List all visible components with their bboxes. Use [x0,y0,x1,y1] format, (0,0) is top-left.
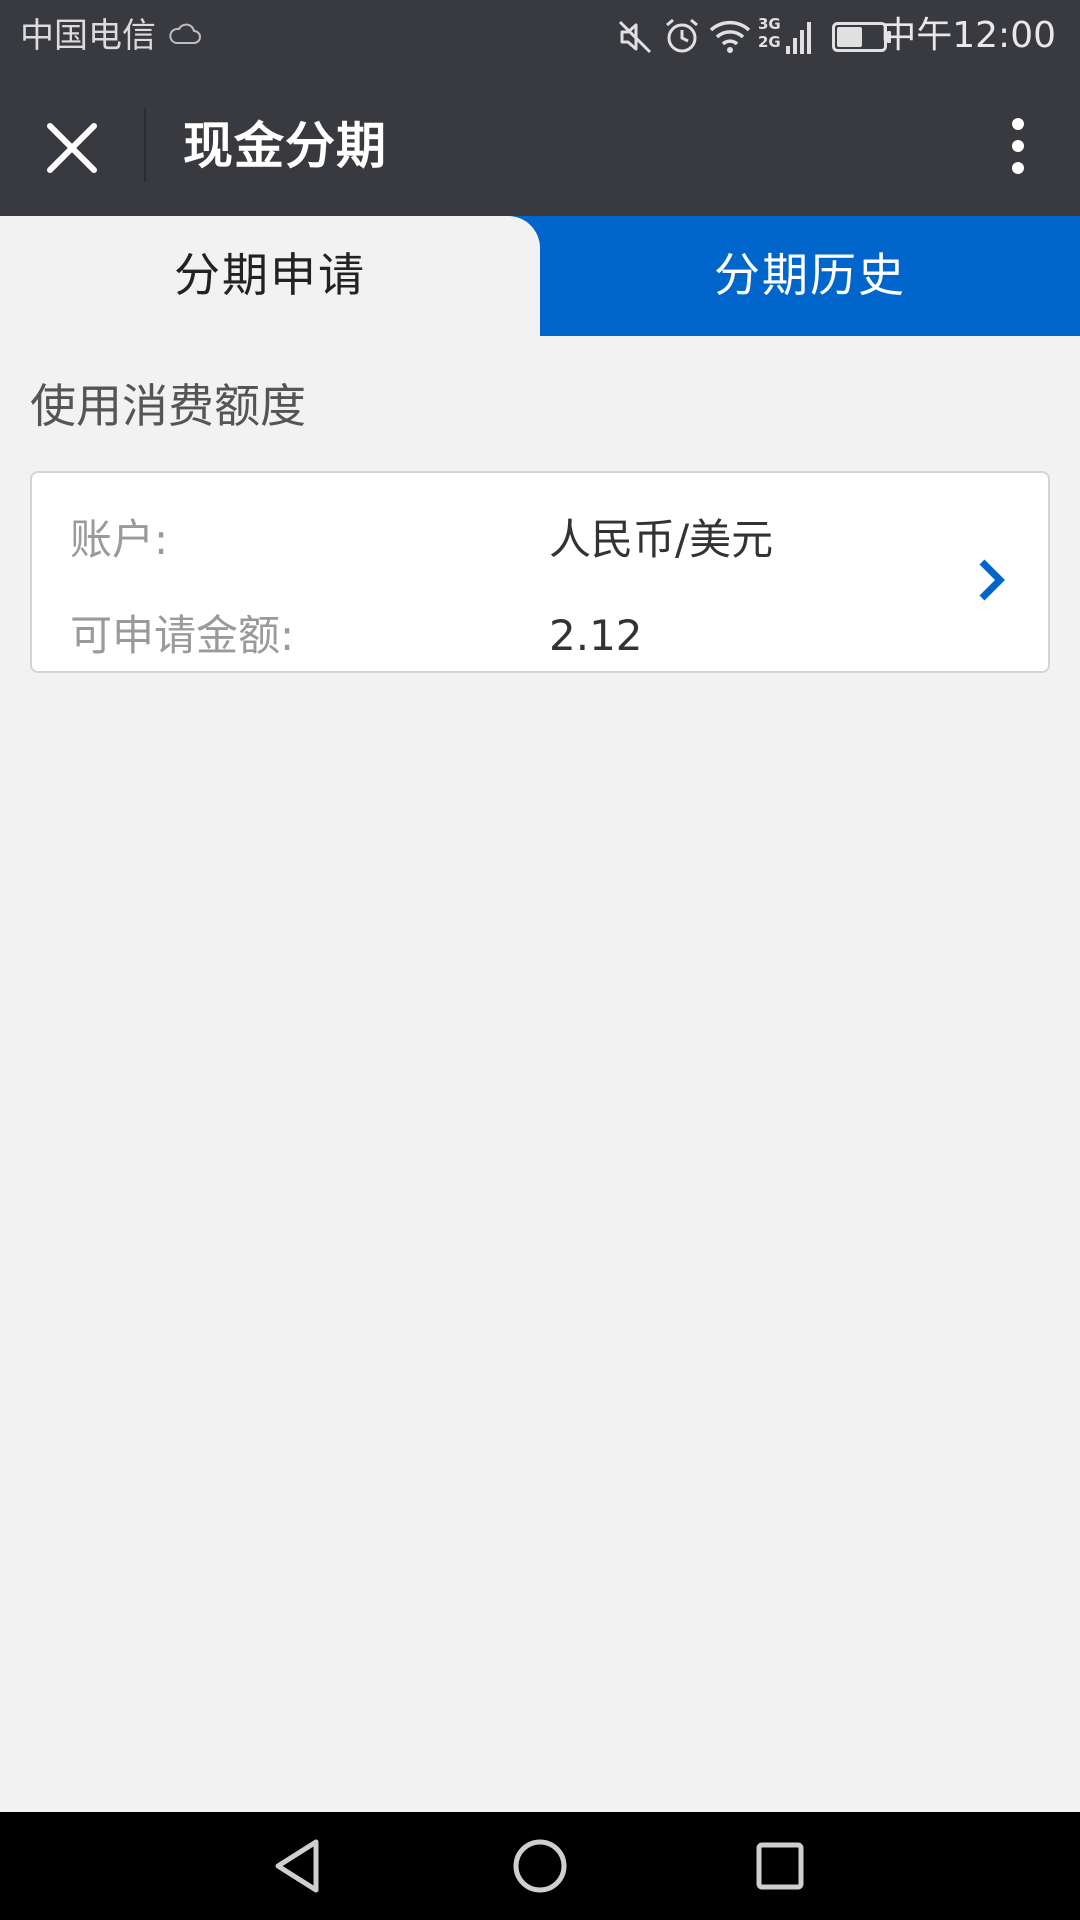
account-value: 人民币/美元 [549,515,774,564]
recents-square-icon[interactable] [748,1834,812,1898]
network-type-bottom: 2G [758,33,781,51]
cloud-icon [169,23,201,44]
carrier-name: 中国电信 [20,16,156,56]
tab-installment-apply[interactable]: 分期申请 [0,216,540,336]
home-circle-icon[interactable] [508,1834,572,1898]
status-time: 中午12:00 [880,15,1056,56]
title-bar: 现金分期 [0,74,1080,216]
account-card[interactable]: 账户: 人民币/美元 可申请金额: 2.12 [30,471,1050,673]
available-amount-label: 可申请金额: [70,611,295,660]
system-nav-bar [0,1812,1080,1920]
wifi-icon [709,20,751,53]
page-title: 现金分期 [183,117,387,175]
tab-installment-history[interactable]: 分期历史 [540,216,1080,336]
section-title: 使用消费额度 [30,379,306,433]
signal-icon: 3G 2G [758,16,816,58]
screen: 中国电信 3G 2G 中午12:00 现金分期 分期申请 分期历史 使用消费额度… [0,0,1080,1920]
network-type-top: 3G [758,15,781,33]
close-icon[interactable] [36,112,108,184]
tab-bar: 分期申请 分期历史 [0,216,1080,336]
title-divider [144,108,146,182]
available-amount-value: 2.12 [549,611,643,660]
more-vertical-icon[interactable] [996,110,1040,182]
back-triangle-icon[interactable] [268,1834,332,1898]
status-bar: 中国电信 3G 2G 中午12:00 [0,0,1080,74]
mute-icon [618,20,652,54]
chevron-right-icon[interactable] [976,557,1006,603]
account-label: 账户: [70,515,169,564]
status-icons: 3G 2G 中午12:00 [600,0,1080,74]
alarm-icon [666,18,698,53]
